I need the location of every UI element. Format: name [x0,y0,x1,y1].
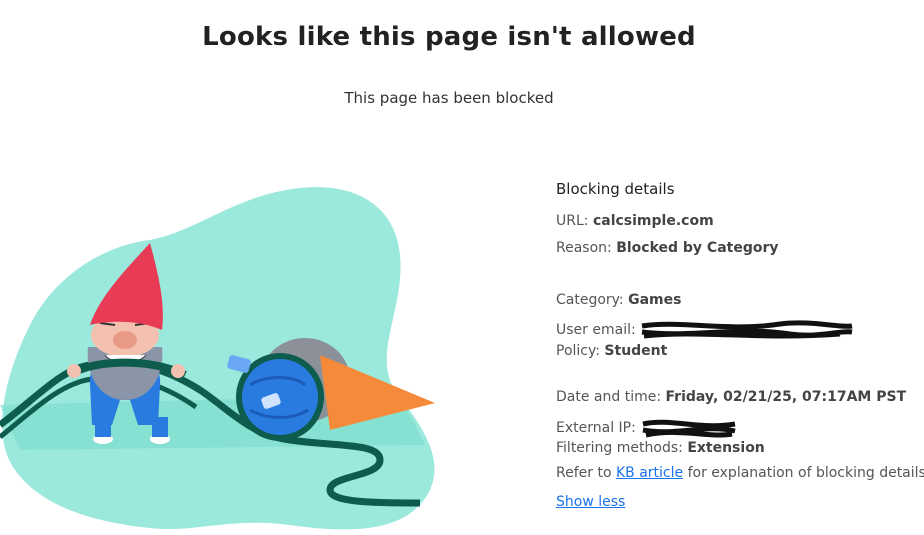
policy-value: Student [604,343,668,359]
blocking-details-heading: Blocking details [556,180,675,198]
redaction-scribble [642,419,736,438]
category-value: Games [628,292,682,308]
reason-row: Reason: Blocked by Category [556,241,779,255]
category-label: Category: [556,292,624,308]
external-ip-label: External IP: [556,420,636,436]
user-email-row: User email: [556,318,855,342]
external-ip-row: External IP: [556,416,738,440]
filtering-row: Filtering methods: Extension [556,441,765,455]
gnome-with-hose-illustration [0,187,435,530]
url-value: calcsimple.com [592,213,714,229]
user-email-label: User email: [556,322,636,338]
redaction-scribble [641,320,853,339]
refer-row: Refer to KB article for explanation of b… [556,466,924,480]
filtering-label: Filtering methods: [556,440,683,456]
refer-prefix: Refer to [556,465,612,481]
datetime-row: Date and time: Friday, 02/21/25, 07:17AM… [556,390,906,404]
datetime-label: Date and time: [556,389,662,405]
blob-shape [2,187,435,530]
policy-row: Policy: Student [556,344,667,358]
show-less-link[interactable]: Show less [556,495,625,509]
url-label: URL: [556,213,589,229]
url-row: URL: calcsimple.com [556,214,714,228]
page-title: Looks like this page isn't allowed [202,22,696,52]
filtering-value: Extension [687,440,765,456]
policy-label: Policy: [556,343,600,359]
reason-value: Blocked by Category [616,240,779,256]
page-subtitle: This page has been blocked [344,89,554,107]
refer-suffix: for explanation of blocking details [687,465,924,481]
reason-label: Reason: [556,240,612,256]
datetime-value: Friday, 02/21/25, 07:17AM PST [665,389,907,405]
kb-article-link[interactable]: KB article [616,465,683,481]
category-row: Category: Games [556,293,681,307]
